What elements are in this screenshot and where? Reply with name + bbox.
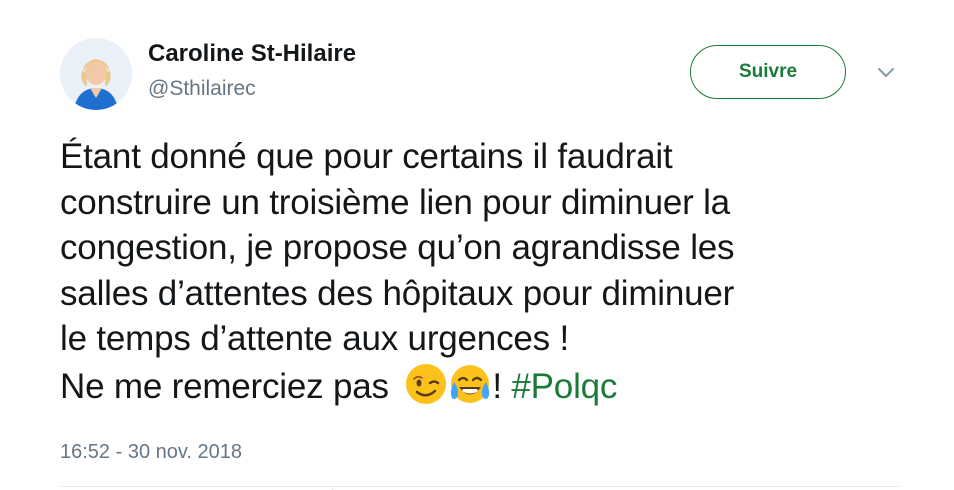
tweet-line: Étant donné que pour certains il faudrai… [60,137,673,176]
follow-button[interactable]: Suivre [690,45,846,99]
tweet-text: Étant donné que pour certains il faudrai… [60,134,900,409]
tweet-line: le temps d’attente aux urgences ! [60,319,569,358]
author-handle[interactable]: @Sthilairec [148,77,256,101]
tweet-last-line-suffix: ! [492,366,512,406]
chevron-down-icon[interactable] [876,66,896,80]
tweet-line: salles d’attentes des hôpitaux pour dimi… [60,273,735,313]
avatar[interactable] [60,38,132,110]
divider [60,486,900,487]
tweet-line: construire un troisième lien pour diminu… [60,182,730,222]
author-name[interactable]: Caroline St-Hilaire [148,40,356,68]
divider-tick [332,486,333,490]
tweet-last-line: Ne me remerciez pas ! #Polqc [60,362,900,410]
hashtag-link[interactable]: #Polqc [511,367,617,406]
tweet-line: congestion, je propose qu’on agrandisse … [60,228,735,267]
tweet-last-line-text: Ne me remerciez pas [60,366,399,406]
face-with-tears-of-joy-icon [451,364,490,403]
profile-photo-icon [60,38,132,110]
tweet-timestamp[interactable]: 16:52 - 30 nov. 2018 [60,441,242,464]
winking-face-icon [406,363,447,404]
